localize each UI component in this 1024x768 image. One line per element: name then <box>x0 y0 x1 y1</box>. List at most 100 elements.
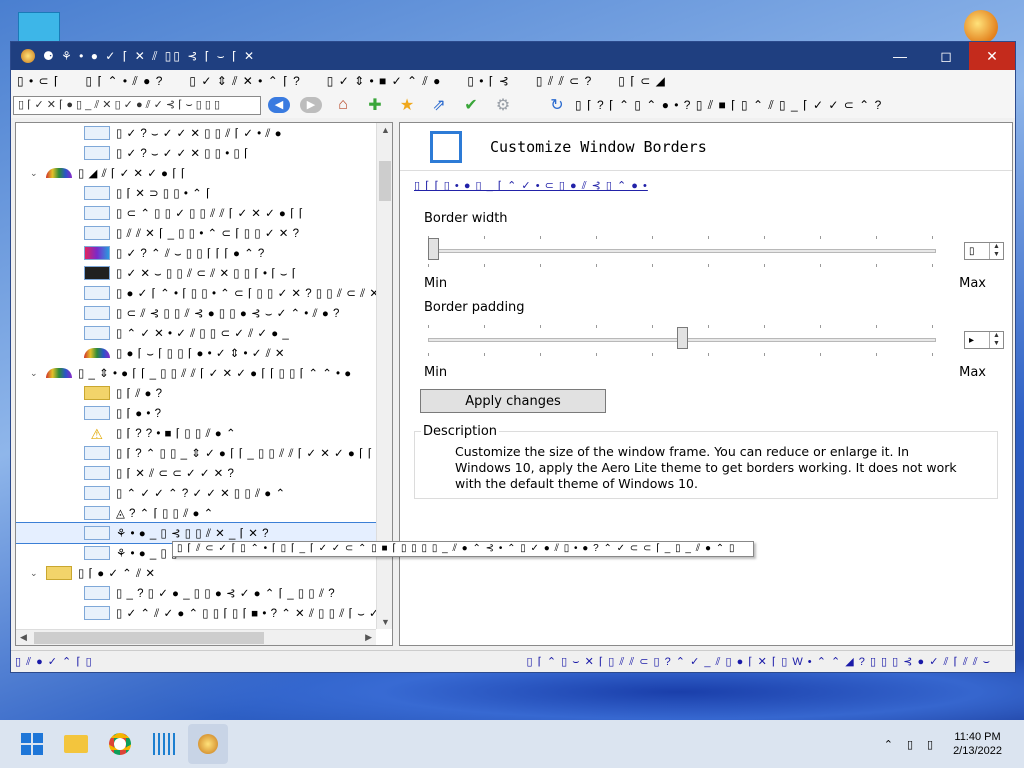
tree-node[interactable]: ▯ ⌃ ✓ ✕ • ✓ ⫽ ▯ ▯ ⊂ ✓ ⫽ ✓ ● _ <box>16 323 376 343</box>
tree-node[interactable]: ▯ ● ⌈ ⌣ ⌈ ▯ ▯ ⌈ ● • ✓ ⇕ • ✓ ⫽ ✕ <box>16 343 376 363</box>
title-bar[interactable]: ⚈ ⚘ • ● ✓ ⌈ ✕ ⫽ ▯▯ ⊰ ⌈ ⌣ ⌈ ✕ — ◻ ✕ <box>11 42 1015 70</box>
window-icon <box>84 146 110 160</box>
app-icon <box>84 606 110 620</box>
slider-track[interactable] <box>428 249 936 253</box>
tree-node[interactable]: ⌄ ▯ ⌈ ● ✓ ⌃ ⫽ ✕ <box>16 563 376 583</box>
home-icon[interactable]: ⌂ <box>329 94 357 116</box>
tree-node[interactable]: ▯ ✓ ✕ ⌣ ▯ ▯ ⫽ ⊂ ⫽ ✕ ▯ ▯ ⌈ • ⌈ ⌣ ⌈ <box>16 263 376 283</box>
tree-horizontal-scrollbar[interactable]: ◀ ▶ <box>16 629 376 645</box>
spinner-arrows-icon[interactable]: ▲ ▼ <box>989 332 1003 348</box>
gear-icon[interactable]: ⚙ <box>489 94 517 116</box>
tree-node[interactable]: ▯ ● ✓ ⌈ ⌃ • ⌈ ▯ ▯ • ⌃ ⊂ ⌈ ▯ ▯ ✓ ✕ ? ▯ ▯ … <box>16 283 376 303</box>
minimize-button[interactable]: — <box>877 42 923 70</box>
tree-node[interactable]: ▯ ⌈ ✕ ⫽ ⊂ ⊂ ✓ ✓ ✕ ? <box>16 463 376 483</box>
tree-node[interactable]: ▯ _ ? ▯ ✓ ● _ ▯ ▯ ● ⊰ ✓ ● ⌃ ⌈ _ ▯ ▯ ⫽ ? <box>16 583 376 603</box>
breadcrumb[interactable]: ▯ ⌈ ⌈ ▯ • ● ▯ _ ⌈ ⌃ ✓ • ⊂ ▯ ● ⫽ ⊰ ▯ ⌃ ● … <box>414 179 1012 193</box>
app-logo-icon <box>21 49 35 63</box>
share-icon[interactable]: ⇗ <box>425 94 453 116</box>
border-padding-spinner[interactable]: ▸ ▲ ▼ <box>964 331 1004 349</box>
network-app-icon[interactable] <box>144 724 184 764</box>
desktop-app-icon[interactable] <box>964 10 998 44</box>
menu-item[interactable]: ▯ ⌈ ⌃ • ⫽ ● ? <box>86 74 164 89</box>
file-explorer-icon[interactable] <box>56 724 96 764</box>
tree-node[interactable]: ▯ ⫽ ⫽ ✕ ⌈ _ ▯ ▯ • ⌃ ⊂ ⌈ ▯ ▯ ✓ ✕ ? <box>16 223 376 243</box>
tree-node[interactable]: ▯ ⌈ ? ⌃ ▯ ▯ _ ⇕ ✓ ● ⌈ ⌈ _ ▯ ▯ ⫽ ⫽ ⌈ ✓ ✕ … <box>16 443 376 463</box>
window-icon <box>84 326 110 340</box>
back-arrow-icon[interactable]: ◀ <box>265 94 293 116</box>
expand-chevron-icon[interactable]: ⌄ <box>30 568 42 579</box>
category-icon <box>46 368 72 378</box>
tree-node[interactable]: ▯ ⌈ ⫽ ● ? <box>16 383 376 403</box>
tree-node-label: ▯ ✓ ? ⌃ ⫽ ⌣ ▯ ▯ ⌈ ⌈ ⌈ ● ⌃ ? <box>116 247 265 260</box>
tree-node-label: ▯ _ ? ▯ ✓ ● _ ▯ ▯ ● ⊰ ✓ ● ⌃ ⌈ _ ▯ ▯ ⫽ ? <box>116 587 336 600</box>
tree-node-label: ▯ ⌃ ✓ ✕ • ✓ ⫽ ▯ ▯ ⊂ ✓ ⫽ ✓ ● _ <box>116 327 290 340</box>
clock[interactable]: 11:40 PM 2/13/2022 <box>953 730 1002 758</box>
scroll-up-icon[interactable]: ▲ <box>381 125 390 135</box>
tree-node[interactable]: ▯ ⊂ ⫽ ⊰ ▯ ▯ ⫽ ⊰ ● ▯ ▯ ● ⊰ ⌣ ✓ ⌃ • ⫽ ● ? <box>16 303 376 323</box>
tree-node-label: ▯ ⫽ ⫽ ✕ ⌈ _ ▯ ▯ • ⌃ ⊂ ⌈ ▯ ▯ ✓ ✕ ? <box>116 227 300 240</box>
scroll-thumb[interactable] <box>379 161 391 201</box>
tree-node[interactable]: ▯ ✓ ⌃ ⫽ ✓ ● ⌃ ▯ ▯ ⌈ ▯ ⌈ ■ • ? ⌃ ✕ ⫽ ▯ ▯ … <box>16 603 376 623</box>
scroll-right-icon[interactable]: ▶ <box>365 632 372 643</box>
slider-knob[interactable] <box>428 238 439 260</box>
spinner-arrows-icon[interactable]: ▲ ▼ <box>989 243 1003 259</box>
menu-item[interactable]: ▯ ⌈ ⊂ ◢ <box>618 74 666 88</box>
tree-node[interactable]: ▯ ⌈ ● • ? <box>16 403 376 423</box>
star-icon[interactable]: ★ <box>393 94 421 116</box>
tree-node[interactable]: ⌄ ▯ ◢ ⫽ ⌈ ✓ ✕ ✓ ● ⌈ ⌈ <box>16 163 376 183</box>
status-right-link[interactable]: ▯ ⌈ ⌃ ▯ ⌣ ✕ ⌈ ▯ ⫽ ⫽ ⊂ ▯ ? ⌃ ✓ _ ⫽ ▯ ● ⌈ … <box>526 655 991 669</box>
border-padding-slider[interactable]: ▸ ▲ ▼ <box>400 325 1012 356</box>
window-icon <box>84 306 110 320</box>
tree-node[interactable]: ▯ ⊂ ⌃ ▯ ▯ ✓ ▯ ▯ ⫽ ⫽ ⌈ ✓ ✕ ✓ ● ⌈ ⌈ <box>16 203 376 223</box>
menu-item[interactable]: ▯ ✓ ⇕ • ■ ✓ ⌃ ⫽ ● <box>327 74 442 89</box>
tree-node[interactable]: ⚠ ▯ ⌈ ? ? • ■ ⌈ ▯ ▯ ⫽ ● ⌃ <box>16 423 376 443</box>
volume-icon[interactable]: ▯ <box>927 738 933 751</box>
slider-knob[interactable] <box>676 327 688 349</box>
start-icon[interactable] <box>12 724 52 764</box>
display-icon[interactable]: ▯ <box>907 738 913 751</box>
tree-node[interactable]: ▯ ✓ ? ⌣ ✓ ✓ ✕ ▯ ▯ ⫽ ⌈ ✓ • ⫽ ● <box>16 123 376 143</box>
chrome-icon[interactable] <box>100 724 140 764</box>
forward-arrow-icon[interactable]: ▶ <box>297 94 325 116</box>
tree-node-label: ⚘ • ● _ ▯ ▯ <box>116 548 178 560</box>
close-button[interactable]: ✕ <box>969 42 1015 70</box>
apply-changes-button[interactable]: Apply changes <box>420 389 606 413</box>
tree-node[interactable]: ▯ ✓ ? ⌣ ✓ ✓ ✕ ▯ ▯ • ▯ ⌈ <box>16 143 376 163</box>
tree-node[interactable]: ⚘ • ● _ ▯ ⊰ ▯ ▯ ⫽ ✕ _ ⌈ ✕ ? <box>16 522 376 544</box>
app-window: ⚈ ⚘ • ● ✓ ⌈ ✕ ⫽ ▯▯ ⊰ ⌈ ⌣ ⌈ ✕ — ◻ ✕ ▯ • ⊂… <box>10 41 1016 673</box>
border-width-slider[interactable]: ▯ ▲ ▼ <box>400 236 1012 267</box>
spinner-value: ▸ <box>969 334 975 346</box>
menu-item[interactable]: ▯ • ⌈ ⊰ <box>467 74 510 88</box>
chevron-up-icon[interactable]: ⌃ <box>884 738 893 751</box>
scroll-left-icon[interactable]: ◀ <box>20 632 27 643</box>
add-plus-icon[interactable]: ✚ <box>361 94 389 116</box>
tree-node[interactable]: ▯ ⌈ ✕ ⊃ ▯ ▯ • ⌃ ⌈ <box>16 183 376 203</box>
tree-node[interactable]: ▯ ⌃ ✓ ✓ ⌃ ? ✓ ✓ ✕ ▯ ▯ ⫽ ● ⌃ <box>16 483 376 503</box>
border-width-spinner[interactable]: ▯ ▲ ▼ <box>964 242 1004 260</box>
search-input[interactable] <box>13 95 261 115</box>
menu-item[interactable]: ▯ ✓ ⇕ ⫽ ✕ • ⌃ ⌈ ? <box>189 74 300 89</box>
scroll-thumb[interactable] <box>34 632 264 644</box>
checkmark-icon[interactable]: ✔ <box>457 94 485 116</box>
menu-item[interactable]: ▯ • ⊂ ⌈ <box>17 74 60 88</box>
tree-node[interactable]: ▯ ✓ ? ⌃ ⫽ ⌣ ▯ ▯ ⌈ ⌈ ⌈ ● ⌃ ? <box>16 243 376 263</box>
tree-node[interactable]: ◬ ? ⌃ ⌈ ▯ ▯ ⫽ ● ⌃ <box>16 503 376 523</box>
settings-panel: Customize Window Borders ▯ ⌈ ⌈ ▯ • ● ▯ _… <box>399 122 1013 646</box>
color-icon <box>84 246 110 260</box>
winaero-app-icon[interactable] <box>188 724 228 764</box>
maximize-button[interactable]: ◻ <box>923 42 969 70</box>
expand-chevron-icon[interactable]: ⌄ <box>30 168 42 179</box>
tree-node-label: ▯ ✓ ? ⌣ ✓ ✓ ✕ ▯ ▯ ⫽ ⌈ ✓ • ⫽ ● <box>116 127 283 140</box>
tree-node-label: ▯ ⌈ ⫽ ● ? <box>116 387 163 400</box>
tree-node[interactable]: ⌄ ▯ _ ⇕ • ● ⌈ ⌈ _ ▯ ▯ ⫽ ⫽ ⌈ ✓ ✕ ✓ ● ⌈ ⌈ ▯… <box>16 363 376 383</box>
menu-item[interactable]: ▯ ⫽ ⫽ ⊂ ? <box>536 74 592 89</box>
desktop-shortcut-icon[interactable] <box>18 12 60 42</box>
scroll-down-icon[interactable]: ▼ <box>381 617 390 627</box>
expand-chevron-icon[interactable]: ⌄ <box>30 368 42 379</box>
min-label: Min <box>424 365 448 380</box>
folder-icon <box>46 566 72 580</box>
refresh-icon[interactable]: ↻ <box>543 94 571 116</box>
min-max-labels: Min Max <box>400 365 1012 383</box>
border-padding-label: Border padding <box>424 300 525 315</box>
tree-node-label: ◬ ? ⌃ ⌈ ▯ ▯ ⫽ ● ⌃ <box>116 507 214 520</box>
